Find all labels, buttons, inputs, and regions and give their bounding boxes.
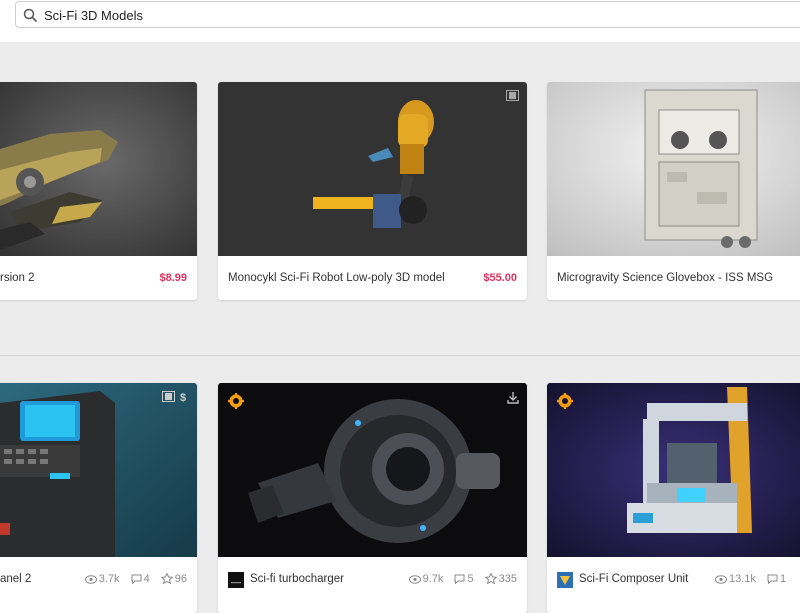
comments-count: 1 bbox=[779, 573, 787, 585]
model-title[interactable]: Sci-Fi Composer Unit bbox=[579, 573, 688, 585]
likes-stat[interactable]: 335 bbox=[484, 572, 517, 585]
comments-stat: 4 bbox=[131, 573, 150, 585]
film-icon bbox=[506, 90, 519, 101]
model-card[interactable]: Sci-Fi Composer Unit 13.1k 1 bbox=[547, 383, 800, 613]
search-box[interactable] bbox=[15, 1, 800, 28]
model-thumbnail[interactable] bbox=[547, 383, 800, 557]
model-title[interactable]: rsion 2 bbox=[0, 272, 35, 284]
model-price: $55.00 bbox=[483, 272, 517, 284]
views-stat: 13.1k bbox=[715, 573, 756, 585]
top-bar bbox=[0, 0, 800, 42]
model-thumbnail[interactable] bbox=[218, 82, 527, 256]
likes-count: 335 bbox=[498, 573, 517, 585]
model-stats: 13.1k 1 bbox=[715, 573, 786, 585]
model-stats: 3.7k 4 96 bbox=[84, 572, 187, 585]
search-icon bbox=[23, 8, 38, 23]
eye-icon bbox=[408, 575, 421, 584]
card-footer: rsion 2 $8.99 bbox=[0, 256, 197, 300]
model-title[interactable]: Microgravity Science Glovebox - ISS MSG bbox=[557, 272, 773, 284]
eye-icon bbox=[715, 575, 727, 584]
views-count: 13.1k bbox=[729, 573, 756, 585]
film-icon bbox=[162, 391, 175, 402]
avatar[interactable] bbox=[228, 572, 244, 588]
views-stat: 9.7k bbox=[408, 573, 444, 585]
model-card[interactable]: Microgravity Science Glovebox - ISS MSG bbox=[547, 82, 800, 300]
card-footer: anel 2 3.7k 4 96 bbox=[0, 557, 197, 601]
views-count: 3.7k bbox=[98, 573, 120, 585]
model-title[interactable]: Sci-fi turbocharger bbox=[250, 573, 344, 585]
search-input[interactable] bbox=[44, 5, 644, 25]
model-thumbnail[interactable]: $ bbox=[0, 383, 197, 557]
model-card[interactable]: Sci-fi turbocharger 9.7k 5 335 bbox=[218, 383, 527, 613]
star-icon bbox=[484, 572, 498, 585]
svg-text:$: $ bbox=[180, 392, 186, 403]
model-card[interactable]: rsion 2 $8.99 bbox=[0, 82, 197, 300]
views-count: 9.7k bbox=[422, 573, 444, 585]
card-footer: Sci-Fi Composer Unit 13.1k 1 bbox=[547, 557, 800, 601]
download-icon[interactable] bbox=[507, 391, 519, 404]
dollar-icon: $ bbox=[180, 392, 186, 403]
model-thumbnail[interactable] bbox=[547, 82, 800, 256]
row-divider bbox=[0, 355, 800, 356]
card-footer: Sci-fi turbocharger 9.7k 5 335 bbox=[218, 557, 527, 601]
eye-icon bbox=[84, 575, 97, 584]
model-thumbnail[interactable] bbox=[0, 82, 197, 256]
card-footer: Monocykl Sci-Fi Robot Low-poly 3D model … bbox=[218, 256, 527, 300]
likes-stat[interactable]: 96 bbox=[160, 572, 187, 585]
staff-pick-gear-icon bbox=[228, 393, 244, 409]
card-footer: Microgravity Science Glovebox - ISS MSG bbox=[547, 256, 800, 300]
comments-stat: 1 bbox=[767, 573, 786, 585]
model-title[interactable]: anel 2 bbox=[0, 573, 31, 585]
views-stat: 3.7k bbox=[84, 573, 120, 585]
comment-icon bbox=[131, 574, 142, 585]
comments-count: 4 bbox=[143, 573, 150, 585]
model-card[interactable]: $ anel 2 3.7k 4 96 bbox=[0, 383, 197, 613]
comment-icon bbox=[767, 574, 778, 585]
model-thumbnail[interactable] bbox=[218, 383, 527, 557]
avatar[interactable] bbox=[557, 572, 573, 588]
model-stats: 9.7k 5 335 bbox=[408, 572, 517, 585]
likes-count: 96 bbox=[174, 573, 187, 585]
star-icon bbox=[160, 572, 174, 585]
comments-stat: 5 bbox=[454, 573, 474, 585]
model-title[interactable]: Monocykl Sci-Fi Robot Low-poly 3D model bbox=[228, 272, 445, 284]
staff-pick-gear-icon bbox=[557, 393, 573, 409]
comment-icon bbox=[454, 574, 465, 585]
model-card[interactable]: Monocykl Sci-Fi Robot Low-poly 3D model … bbox=[218, 82, 527, 300]
comments-count: 5 bbox=[467, 573, 474, 585]
model-price: $8.99 bbox=[159, 272, 187, 284]
